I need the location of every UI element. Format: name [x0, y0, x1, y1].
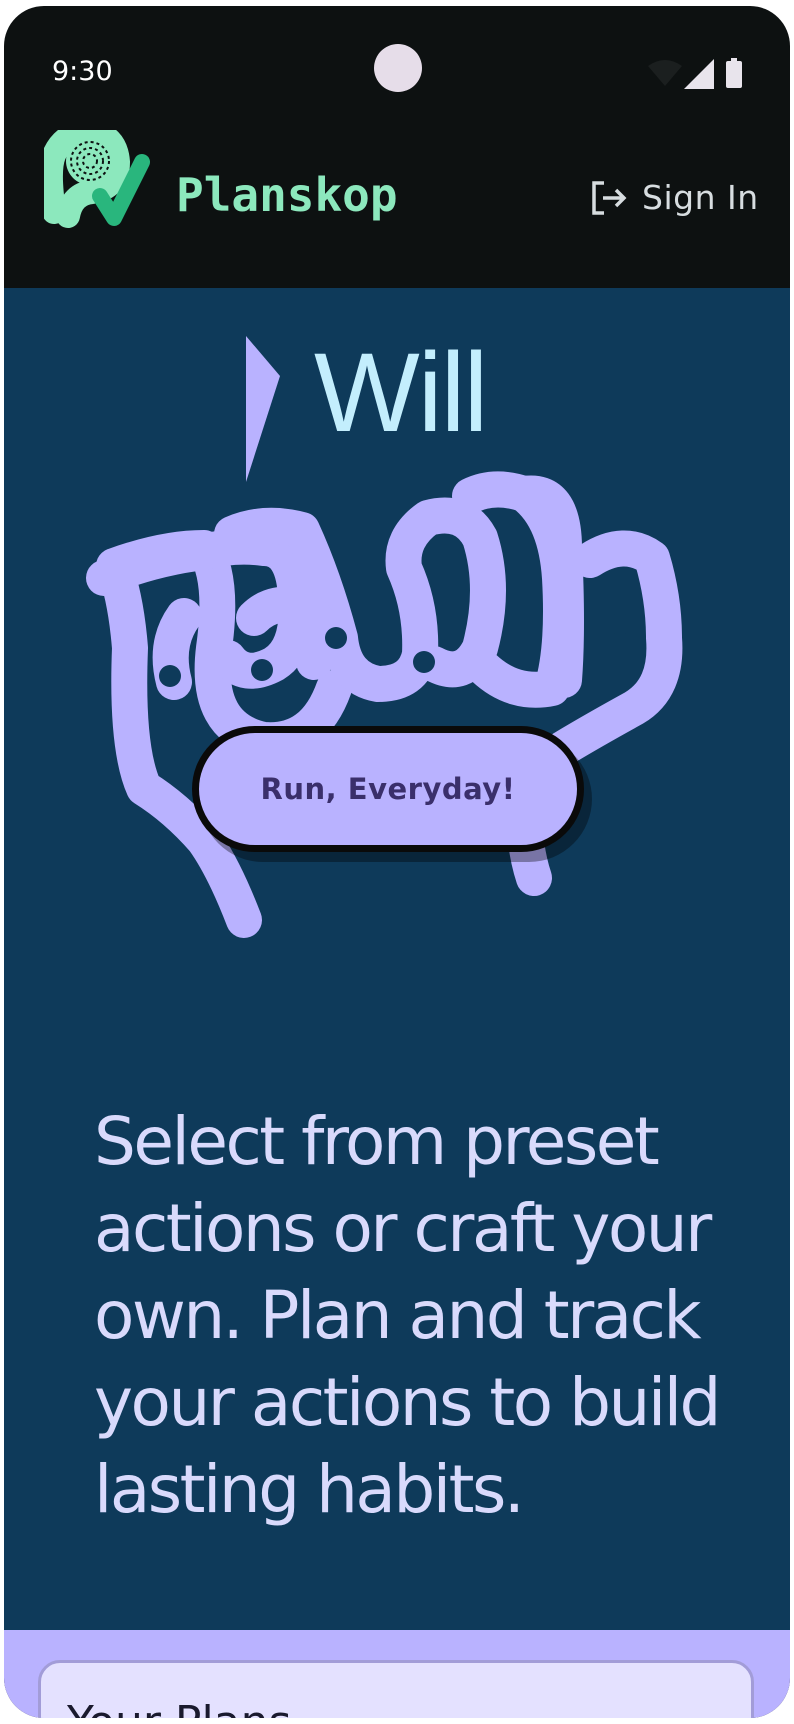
planskop-logo-icon[interactable] [44, 130, 164, 240]
hero-section: Will Run, Everyday! Select from preset a… [4, 288, 790, 1630]
run-everyday-button[interactable]: Run, Everyday! [192, 726, 584, 852]
sign-in-label: Sign In [642, 178, 759, 217]
plans-card[interactable]: Your Plans [38, 1660, 754, 1718]
signal-icon [684, 59, 714, 89]
battery-icon [726, 58, 742, 88]
sign-in-button[interactable]: Sign In [590, 178, 759, 217]
status-time: 9:30 [52, 56, 113, 87]
hero-title: Will [314, 330, 488, 455]
status-bar: 9:30 [4, 6, 790, 138]
hero-description: Select from preset actions or craft your… [94, 1103, 721, 1528]
plans-card-title: Your Plans [67, 1697, 291, 1718]
app-header: Planskop Sign In [4, 130, 790, 290]
scribble-illustration [86, 471, 683, 938]
device-screen: 9:30 Planskop Sign In Will Run, Everyday… [4, 6, 790, 1718]
brand-name[interactable]: Planskop [176, 168, 398, 222]
plans-section: Your Plans [4, 1630, 790, 1718]
action-button-label: Run, Everyday! [260, 772, 516, 806]
wifi-icon [648, 60, 682, 86]
camera-cutout [374, 44, 422, 92]
sign-in-icon [592, 180, 627, 215]
